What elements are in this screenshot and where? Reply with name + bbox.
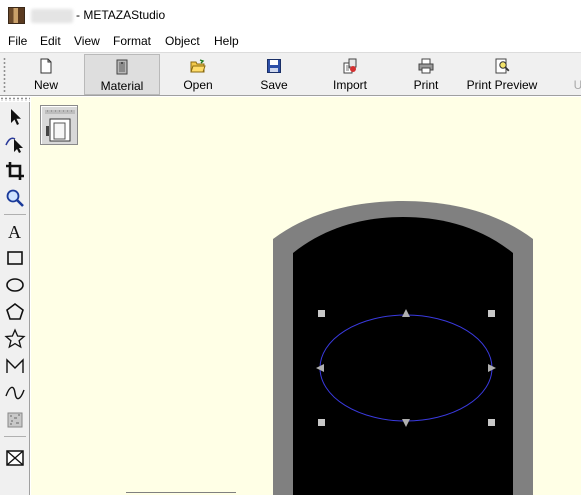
zoom-tool[interactable]	[4, 187, 26, 209]
crop-tool[interactable]	[4, 160, 26, 182]
selection-handle-bottom-right[interactable]	[488, 419, 495, 426]
undo-button-partial[interactable]: U	[566, 54, 581, 95]
curve-tool[interactable]	[4, 382, 26, 404]
selection-handle-top-right[interactable]	[488, 310, 495, 317]
magnifier-icon	[6, 189, 24, 207]
menu-format[interactable]: Format	[113, 34, 151, 48]
tools-grip[interactable]	[0, 97, 30, 101]
menu-file[interactable]: File	[8, 34, 27, 48]
ellipse-tool[interactable]	[4, 274, 26, 296]
star-icon	[4, 328, 26, 349]
arrow-pointer-icon	[11, 109, 21, 125]
menu-help[interactable]: Help	[214, 34, 239, 48]
rectangle-icon	[7, 251, 23, 265]
pentagon-icon	[6, 303, 24, 320]
toolbar-grip[interactable]	[3, 57, 6, 93]
printer-icon	[418, 58, 434, 74]
material-icon	[116, 59, 128, 75]
text-tool[interactable]: A	[4, 220, 26, 242]
texture-tool[interactable]	[4, 409, 26, 431]
rectangle-tool[interactable]	[4, 247, 26, 269]
import-icon	[343, 58, 357, 74]
image-frame-tool[interactable]	[4, 447, 26, 469]
selected-ellipse[interactable]	[316, 309, 496, 429]
open-button-label: Open	[183, 78, 213, 92]
import-button[interactable]: Import	[320, 54, 380, 95]
menu-edit[interactable]: Edit	[40, 34, 61, 48]
menu-view[interactable]: View	[74, 34, 100, 48]
selection-handle-bottom-left[interactable]	[318, 419, 325, 426]
design-canvas[interactable]	[31, 97, 581, 495]
open-folder-icon	[190, 59, 206, 73]
svg-text:A: A	[8, 222, 21, 242]
print-preview-button-label: Print Preview	[466, 78, 538, 92]
save-button-label: Save	[260, 78, 288, 92]
resize-arrow-top-icon[interactable]	[402, 309, 410, 317]
select-tool[interactable]	[4, 106, 26, 128]
print-button[interactable]: Print	[398, 54, 454, 95]
crop-icon	[6, 162, 24, 180]
tools-divider	[4, 214, 26, 215]
image-frame-icon	[6, 450, 24, 466]
open-button[interactable]: Open	[170, 54, 226, 95]
curve-icon	[5, 386, 25, 400]
tools-palette: A	[0, 102, 30, 495]
save-disk-icon	[267, 59, 281, 73]
app-icon	[8, 7, 25, 24]
new-button[interactable]: New	[18, 54, 74, 95]
print-preview-button[interactable]: Print Preview	[462, 54, 542, 95]
star-tool[interactable]	[4, 328, 26, 350]
title-bar: - METAZAStudio	[0, 0, 581, 31]
polygon-tool[interactable]	[4, 301, 26, 323]
new-document-icon	[40, 58, 52, 74]
texture-icon	[7, 412, 23, 428]
material-button-label: Material	[100, 79, 144, 93]
menu-bar: File Edit View Format Object Help	[0, 31, 581, 51]
polyline-tool[interactable]	[4, 355, 26, 377]
text-a-icon: A	[8, 222, 21, 242]
material-preview-widget[interactable]	[40, 105, 78, 145]
material-preview-icon	[45, 110, 75, 142]
document-name-redacted	[31, 9, 73, 23]
print-preview-icon	[495, 58, 510, 74]
menu-object[interactable]: Object	[165, 34, 200, 48]
node-edit-tool[interactable]	[4, 133, 26, 155]
main-toolbar: New Material Open Save Import Print Prin…	[0, 52, 581, 96]
polyline-icon	[6, 358, 24, 373]
import-button-label: Import	[332, 78, 367, 92]
ellipse-icon	[6, 278, 24, 292]
selection-handle-top-left[interactable]	[318, 310, 325, 317]
tools-divider-2	[4, 436, 26, 437]
material-button[interactable]: Material	[84, 54, 160, 95]
resize-arrow-bottom-icon[interactable]	[402, 419, 410, 427]
undo-button-partial-label: U	[573, 78, 581, 92]
new-button-label: New	[33, 78, 58, 92]
print-button-label: Print	[413, 78, 439, 92]
save-button[interactable]: Save	[246, 54, 302, 95]
window-title: - METAZAStudio	[76, 8, 166, 22]
node-edit-icon	[5, 137, 23, 153]
